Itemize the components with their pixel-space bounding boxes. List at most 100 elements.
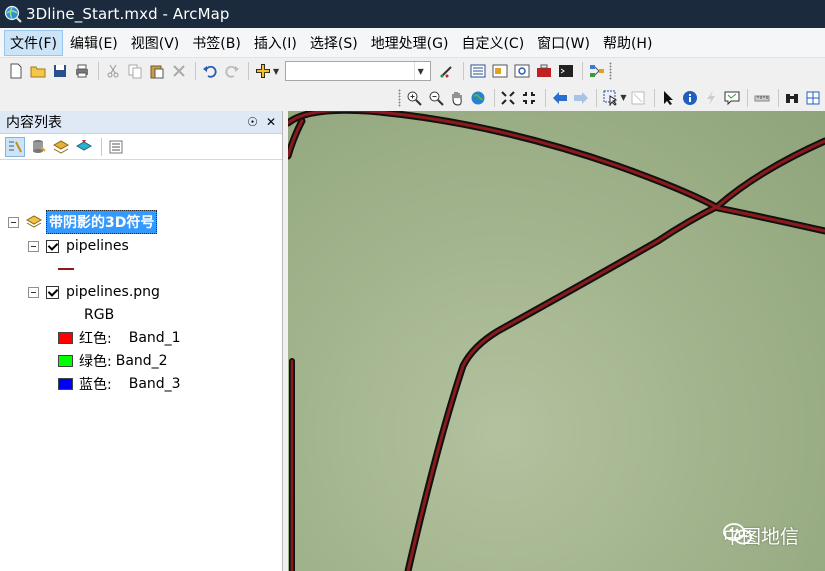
toolbar-grip[interactable]	[398, 88, 401, 107]
menu-windows[interactable]: 窗口(W)	[531, 30, 596, 56]
full-extent-button[interactable]	[468, 88, 487, 108]
data-frame-label[interactable]: 带阴影的3D符号	[46, 210, 158, 234]
identify-button[interactable]	[680, 88, 699, 108]
cut-button[interactable]	[103, 61, 123, 81]
html-popup-button[interactable]	[722, 88, 741, 108]
menu-help[interactable]: 帮助(H)	[597, 30, 658, 56]
copy-button[interactable]	[125, 61, 145, 81]
list-by-source-button[interactable]	[28, 137, 48, 157]
blue-band-swatch[interactable]	[58, 378, 73, 390]
list-by-drawing-order-button[interactable]	[5, 136, 25, 157]
redo-button[interactable]	[222, 61, 242, 81]
layer-visibility-checkbox[interactable]	[46, 285, 59, 299]
toc-options-button[interactable]	[106, 137, 126, 157]
select-elements-button[interactable]	[659, 88, 678, 108]
list-by-selection-button[interactable]	[74, 137, 94, 157]
go-to-xy-button[interactable]	[804, 88, 823, 108]
toolbar-grip[interactable]	[609, 62, 613, 80]
layer-symbol[interactable]	[58, 259, 74, 279]
line-symbol-swatch[interactable]	[58, 268, 74, 270]
folder-open-icon	[30, 66, 46, 78]
redo-icon	[225, 65, 239, 78]
toc-header: 内容列表 ☉ ✕	[0, 111, 282, 134]
list-by-visibility-button[interactable]	[51, 137, 71, 157]
new-document-button[interactable]	[6, 61, 26, 81]
popup-icon	[724, 91, 740, 105]
zoom-out-button[interactable]	[426, 88, 445, 108]
fixed-zoom-out-icon	[523, 91, 536, 104]
pin-icon[interactable]: ☉	[247, 115, 258, 129]
pipelines-map-graphic	[288, 111, 825, 571]
band-channel: 红色:	[79, 331, 112, 347]
collapse-toggle[interactable]	[28, 286, 39, 298]
map-scale-combobox[interactable]: ▼	[285, 61, 432, 81]
arctoolbox-button[interactable]	[534, 61, 554, 81]
close-icon[interactable]: ✕	[266, 115, 276, 129]
globe-app-icon[interactable]	[4, 5, 22, 23]
xy-icon	[806, 91, 820, 104]
map-view[interactable]: 中图地信	[288, 111, 825, 571]
menu-file[interactable]: 文件(F)	[4, 29, 63, 56]
menu-view[interactable]: 视图(V)	[125, 30, 186, 56]
standard-toolbar: ▼ ▼	[0, 58, 825, 84]
red-band-swatch[interactable]	[58, 332, 73, 344]
measure-button[interactable]	[752, 88, 771, 108]
green-band-swatch[interactable]	[58, 355, 73, 367]
title-bar: 3Dline_Start.mxd - ArcMap	[0, 0, 825, 28]
paste-button[interactable]	[147, 61, 167, 81]
toolbar-separator	[463, 62, 465, 80]
data-frame-node[interactable]: 带阴影的3D符号	[8, 210, 158, 234]
table-of-contents-button[interactable]	[468, 61, 488, 81]
zoom-in-icon	[407, 91, 423, 106]
menu-selection[interactable]: 选择(S)	[304, 30, 364, 56]
printer-icon	[76, 64, 88, 78]
catalog-button[interactable]	[490, 61, 510, 81]
zoom-out-icon	[429, 91, 444, 106]
layer-name[interactable]: pipelines.png	[66, 284, 160, 300]
band-row-red[interactable]: 红色: Band_1	[58, 328, 181, 348]
clear-selection-icon	[631, 91, 645, 104]
python-window-button[interactable]	[556, 61, 576, 81]
menu-customize[interactable]: 自定义(C)	[455, 30, 530, 56]
editor-toolbar-button[interactable]	[437, 61, 457, 81]
hyperlink-button[interactable]	[701, 88, 720, 108]
toolbar-separator	[248, 62, 249, 80]
fixed-zoom-in-button[interactable]	[499, 88, 518, 108]
band-row-green[interactable]: 绿色: Band_2	[58, 351, 168, 371]
add-data-plus-icon	[256, 64, 270, 78]
find-button[interactable]	[783, 88, 802, 108]
pan-button[interactable]	[447, 88, 466, 108]
layer-name[interactable]: pipelines	[66, 238, 129, 254]
delete-button[interactable]	[169, 61, 189, 81]
back-extent-button[interactable]	[550, 88, 569, 108]
layer-pipelines[interactable]: pipelines	[28, 236, 129, 256]
chevron-down-icon[interactable]: ▼	[273, 67, 279, 76]
layer-visibility-checkbox[interactable]	[46, 239, 59, 253]
forward-extent-button[interactable]	[571, 88, 590, 108]
chevron-down-icon[interactable]: ▼	[414, 62, 430, 80]
selection-layers-icon	[76, 139, 92, 151]
menu-geoprocessing[interactable]: 地理处理(G)	[365, 30, 455, 56]
collapse-toggle[interactable]	[8, 216, 19, 228]
arrow-pointer-icon	[664, 90, 674, 105]
zoom-in-button[interactable]	[405, 88, 424, 108]
open-button[interactable]	[28, 61, 48, 81]
chevron-down-icon[interactable]: ▼	[620, 93, 626, 102]
select-features-button[interactable]	[601, 88, 620, 108]
save-button[interactable]	[50, 61, 70, 81]
collapse-toggle[interactable]	[28, 240, 39, 252]
fixed-zoom-out-button[interactable]	[520, 88, 539, 108]
add-data-button[interactable]	[253, 61, 273, 81]
layer-pipelines-png[interactable]: pipelines.png	[28, 282, 160, 302]
menu-edit[interactable]: 编辑(E)	[64, 30, 124, 56]
toolbar-separator	[582, 62, 584, 80]
band-row-blue[interactable]: 蓝色: Band_3	[58, 374, 181, 394]
model-builder-button[interactable]	[587, 61, 607, 81]
toolbar-separator	[653, 88, 655, 107]
menu-insert[interactable]: 插入(I)	[248, 30, 303, 56]
undo-button[interactable]	[200, 61, 220, 81]
print-button[interactable]	[72, 61, 92, 81]
menu-bookmarks[interactable]: 书签(B)	[186, 30, 247, 56]
clear-selection-button[interactable]	[629, 88, 648, 108]
search-window-button[interactable]	[512, 61, 532, 81]
